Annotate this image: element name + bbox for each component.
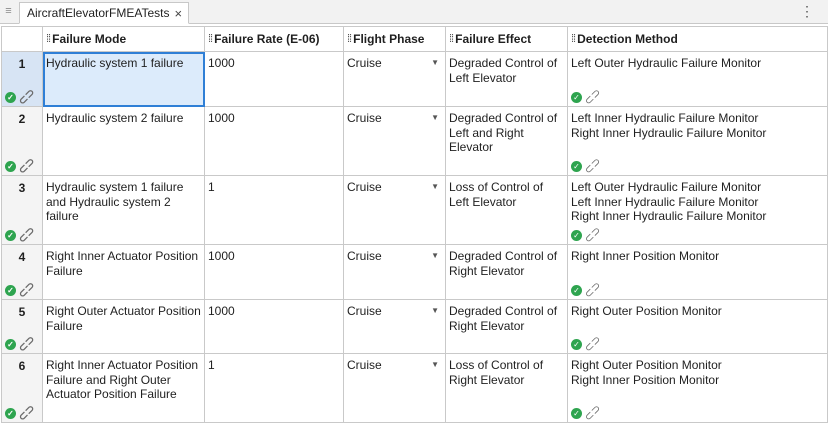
dropdown-caret-icon[interactable]: ▼: [431, 182, 439, 194]
failure-rate-cell[interactable]: 1000: [204, 51, 344, 107]
row-number[interactable]: 6 ✓ ⊂⊃: [1, 353, 43, 424]
close-icon[interactable]: ×: [174, 7, 182, 20]
row-number[interactable]: 5 ✓ ⊂⊃: [1, 299, 43, 355]
column-header-failure-mode[interactable]: ⁞⁞ Failure Mode: [42, 26, 205, 52]
check-circle-icon: ✓: [571, 339, 582, 350]
row-number[interactable]: 2 ✓ ⊂⊃: [1, 106, 43, 177]
tab-title: AircraftElevatorFMEATests: [27, 6, 170, 20]
detection-method-cell[interactable]: Right Outer Position Monitor ✓ ⊂⊃: [567, 299, 828, 355]
header-row: ⁞⁞ Failure Mode ⁞⁞ Failure Rate (E-06) ⁞⁞ F…: [1, 26, 828, 52]
dropdown-caret-icon[interactable]: ▼: [431, 251, 439, 263]
detection-method-cell[interactable]: Left Inner Hydraulic Failure Monitor Righ…: [567, 106, 828, 177]
failure-rate-cell[interactable]: 1: [204, 175, 344, 245]
table-row[interactable]: 5 ✓ ⊂⊃ Right Outer Actuator Position Fail…: [1, 299, 828, 355]
flight-phase-dropdown[interactable]: Cruise ▼: [343, 353, 446, 423]
flight-phase-dropdown[interactable]: Cruise ▼: [343, 175, 446, 245]
tab-strip: ≡ AircraftElevatorFMEATests × ⋮: [0, 0, 828, 24]
corner-cell: [1, 26, 43, 52]
dropdown-caret-icon[interactable]: ▼: [431, 113, 439, 125]
link-icon[interactable]: ⊂⊃: [582, 224, 604, 246]
drag-grip-icon[interactable]: ⁞⁞: [449, 33, 454, 45]
link-icon[interactable]: ⊂⊃: [16, 155, 38, 177]
more-options-icon[interactable]: ⋮: [800, 3, 814, 20]
check-circle-icon: ✓: [5, 408, 16, 419]
drag-grip-icon[interactable]: ⁞⁞: [208, 33, 213, 45]
check-circle-icon: ✓: [5, 230, 16, 241]
failure-rate-cell[interactable]: 1: [204, 353, 344, 423]
drag-grip-icon[interactable]: ⁞⁞: [571, 33, 576, 45]
table-row[interactable]: 6 ✓ ⊂⊃ Right Inner Actuator Position Fail…: [1, 353, 828, 424]
failure-mode-cell[interactable]: Right Outer Actuator Position Failure: [42, 299, 205, 354]
column-header-failure-effect[interactable]: ⁞⁞ Failure Effect: [445, 26, 568, 52]
check-circle-icon: ✓: [5, 161, 16, 172]
check-circle-icon: ✓: [571, 230, 582, 241]
failure-rate-cell[interactable]: 1000: [204, 244, 344, 300]
table-row[interactable]: 3 ✓ ⊂⊃ Hydraulic system 1 failure and Hyd…: [1, 175, 828, 246]
drag-grip-icon[interactable]: ⁞⁞: [46, 33, 51, 45]
link-icon[interactable]: ⊂⊃: [582, 155, 604, 177]
column-header-failure-rate[interactable]: ⁞⁞ Failure Rate (E-06): [204, 26, 344, 52]
detection-method-cell[interactable]: Right Inner Position Monitor ✓ ⊂⊃: [567, 244, 828, 301]
link-icon[interactable]: ⊂⊃: [582, 333, 604, 355]
detection-method-cell[interactable]: Left Outer Hydraulic Failure Monitor ✓ ⊂⊃: [567, 51, 828, 108]
drag-grip-icon[interactable]: ⁞⁞: [347, 33, 352, 45]
flight-phase-dropdown[interactable]: Cruise ▼: [343, 51, 446, 107]
column-header-detection-method[interactable]: ⁞⁞ Detection Method: [567, 26, 828, 52]
detection-method-cell[interactable]: Right Outer Position Monitor Right Inner …: [567, 353, 828, 424]
fmea-table: ⁞⁞ Failure Mode ⁞⁞ Failure Rate (E-06) ⁞⁞ F…: [1, 26, 828, 424]
failure-effect-cell[interactable]: Loss of Control of Right Elevator: [445, 353, 568, 423]
link-icon[interactable]: ⊂⊃: [16, 402, 38, 424]
link-icon[interactable]: ⊂⊃: [16, 224, 38, 246]
link-icon[interactable]: ⊂⊃: [582, 402, 604, 424]
failure-mode-cell[interactable]: Right Inner Actuator Position Failure an…: [42, 353, 205, 423]
link-icon[interactable]: ⊂⊃: [582, 86, 604, 108]
check-circle-icon: ✓: [571, 285, 582, 296]
check-circle-icon: ✓: [5, 339, 16, 350]
row-number[interactable]: 3 ✓ ⊂⊃: [1, 175, 43, 246]
row-number[interactable]: 4 ✓ ⊂⊃: [1, 244, 43, 301]
check-circle-icon: ✓: [571, 161, 582, 172]
column-header-flight-phase[interactable]: ⁞⁞ Flight Phase: [343, 26, 446, 52]
failure-rate-cell[interactable]: 1000: [204, 106, 344, 176]
failure-mode-cell[interactable]: Right Inner Actuator Position Failure: [42, 244, 205, 300]
failure-effect-cell[interactable]: Degraded Control of Right Elevator: [445, 244, 568, 300]
failure-effect-cell[interactable]: Degraded Control of Left Elevator: [445, 51, 568, 107]
check-circle-icon: ✓: [5, 92, 16, 103]
failure-mode-cell[interactable]: Hydraulic system 1 failure: [42, 51, 205, 107]
failure-rate-cell[interactable]: 1000: [204, 299, 344, 354]
check-circle-icon: ✓: [5, 285, 16, 296]
table-row[interactable]: 4 ✓ ⊂⊃ Right Inner Actuator Position Fail…: [1, 244, 828, 301]
flight-phase-dropdown[interactable]: Cruise ▼: [343, 106, 446, 176]
dropdown-caret-icon[interactable]: ▼: [431, 58, 439, 70]
failure-effect-cell[interactable]: Loss of Control of Left Elevator: [445, 175, 568, 245]
link-icon[interactable]: ⊂⊃: [16, 279, 38, 301]
detection-method-cell[interactable]: Left Outer Hydraulic Failure Monitor Left…: [567, 175, 828, 246]
failure-mode-cell[interactable]: Hydraulic system 2 failure: [42, 106, 205, 176]
flight-phase-dropdown[interactable]: Cruise ▼: [343, 244, 446, 300]
table-row[interactable]: 1 ✓ ⊂⊃ Hydraulic system 1 failure 1000 Cr…: [1, 51, 828, 108]
link-icon[interactable]: ⊂⊃: [582, 279, 604, 301]
row-number[interactable]: 1 ✓ ⊂⊃: [1, 51, 43, 108]
link-icon[interactable]: ⊂⊃: [16, 333, 38, 355]
failure-effect-cell[interactable]: Degraded Control of Left and Right Eleva…: [445, 106, 568, 176]
link-icon[interactable]: ⊂⊃: [16, 86, 38, 108]
failure-mode-cell[interactable]: Hydraulic system 1 failure and Hydraulic…: [42, 175, 205, 245]
failure-effect-cell[interactable]: Degraded Control of Right Elevator: [445, 299, 568, 354]
flight-phase-dropdown[interactable]: Cruise ▼: [343, 299, 446, 354]
table-row[interactable]: 2 ✓ ⊂⊃ Hydraulic system 2 failure 1000 Cr…: [1, 106, 828, 177]
dropdown-caret-icon[interactable]: ▼: [431, 360, 439, 372]
dropdown-caret-icon[interactable]: ▼: [431, 306, 439, 318]
check-circle-icon: ✓: [571, 92, 582, 103]
tab-menu-icon[interactable]: ≡: [2, 3, 15, 20]
document-tab[interactable]: AircraftElevatorFMEATests ×: [19, 2, 190, 24]
check-circle-icon: ✓: [571, 408, 582, 419]
